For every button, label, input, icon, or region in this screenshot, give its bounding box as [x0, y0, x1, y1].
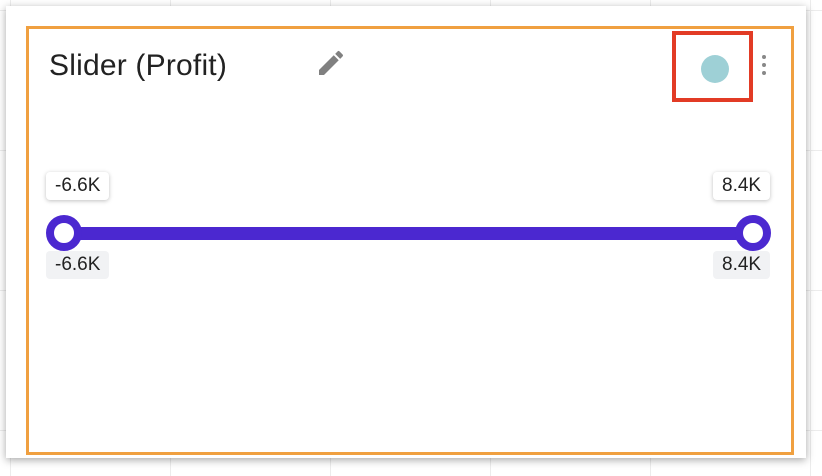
more-vertical-icon[interactable]	[759, 55, 769, 81]
widget-card-frame: Slider (Profit) -6.6K 8.4K -6.6K 8.4K	[6, 6, 806, 458]
color-swatch-icon[interactable]	[701, 55, 729, 83]
slider-max-value-label: 8.4K	[713, 172, 771, 200]
widget-title: Slider (Profit)	[49, 49, 228, 82]
slider-range-max-label: 8.4K	[713, 251, 771, 279]
slider-max-handle[interactable]	[735, 215, 771, 251]
dashboard-canvas: Slider (Profit) -6.6K 8.4K -6.6K 8.4K	[0, 0, 822, 476]
slider-track[interactable]	[65, 227, 757, 240]
slider-range-min-label: -6.6K	[46, 251, 110, 279]
slider-min-value-label: -6.6K	[46, 172, 110, 200]
pencil-icon[interactable]	[315, 47, 347, 79]
slider-min-handle[interactable]	[46, 215, 82, 251]
slider-widget-card[interactable]: Slider (Profit) -6.6K 8.4K -6.6K 8.4K	[26, 26, 794, 455]
